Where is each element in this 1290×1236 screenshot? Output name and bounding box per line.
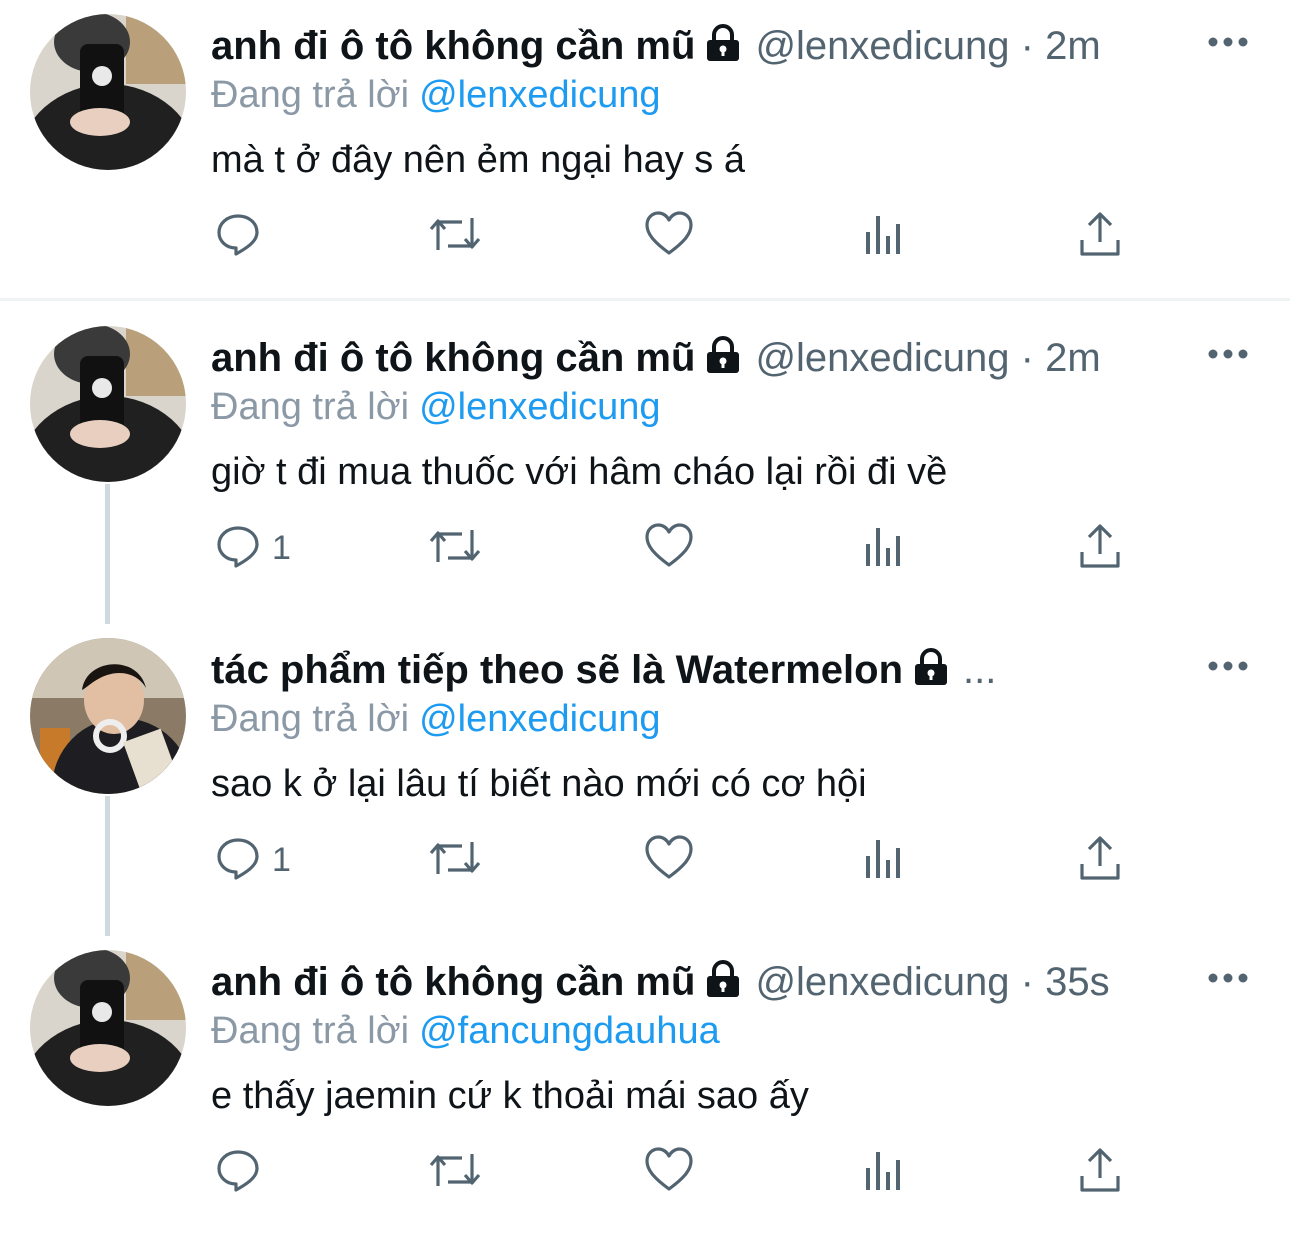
share-button[interactable] [1078,1142,1122,1202]
avatar[interactable] [30,14,186,170]
tweet[interactable]: tác phẩm tiếp theo sẽ là Watermelon... Đ… [0,624,1290,924]
tweet-actions: 1 [0,830,1290,890]
like-button[interactable] [644,830,694,890]
views-button[interactable] [864,830,906,890]
replying-label: Đang trả lời [211,74,410,116]
lock-icon [703,336,743,385]
more-icon[interactable] [1206,644,1250,688]
retweet-icon [428,834,482,887]
handle-timestamp[interactable]: @lenxedicung · 2m [755,24,1100,68]
like-button[interactable] [644,1142,694,1202]
share-button[interactable] [1078,518,1122,578]
reply-button[interactable]: 1 [214,518,291,578]
retweet-button[interactable] [428,1142,482,1202]
tweet-text: e thấy jaemin cứ k thoải mái sao ấy [211,1075,809,1117]
more-icon[interactable] [1206,956,1250,1000]
replying-to-handle[interactable]: @fancungdauhua [419,1010,720,1052]
retweet-button[interactable] [428,518,482,578]
avatar[interactable] [30,638,186,794]
replying-to-handle[interactable]: @lenxedicung [419,74,660,116]
share-icon [1078,1146,1122,1199]
reply-icon [214,210,262,263]
heart-icon [644,1146,694,1199]
tweet-text: sao k ở lại lâu tí biết nào mới có cơ hộ… [211,763,867,805]
display-name[interactable]: anh đi ô tô không cần mũ [211,24,695,68]
tweet-header: tác phẩm tiếp theo sẽ là Watermelon... [211,646,1270,694]
retweet-icon [428,1146,482,1199]
tweet[interactable]: anh đi ô tô không cần mũ @lenxedicung · 2… [0,312,1290,612]
tweet[interactable]: anh đi ô tô không cần mũ @lenxedicung · 2… [0,0,1290,301]
reply-icon [214,1146,262,1199]
display-name[interactable]: anh đi ô tô không cần mũ [211,336,695,380]
reply-icon [214,834,262,887]
tweet-actions: 1 [0,518,1290,578]
more-icon[interactable] [1206,20,1250,64]
retweet-icon [428,210,482,263]
reply-count: 1 [272,528,291,567]
tweet-actions [0,206,1290,266]
tweet-text: giờ t đi mua thuốc với hâm cháo lại rồi … [211,451,948,493]
replying-label: Đang trả lời [211,1010,410,1052]
views-button[interactable] [864,518,906,578]
replying-to: Đang trả lời @fancungdauhua [211,1008,720,1054]
lock-icon [911,648,951,697]
share-button[interactable] [1078,206,1122,266]
share-icon [1078,834,1122,887]
reply-button[interactable]: 1 [214,830,291,890]
tweet-actions [0,1142,1290,1202]
heart-icon [644,522,694,575]
handle-timestamp[interactable]: @lenxedicung · 2m [755,336,1100,380]
tweet-text: mà t ở đây nên ẻm ngại hay s á [211,139,745,181]
tweet-header: anh đi ô tô không cần mũ @lenxedicung · 2… [211,22,1270,70]
share-icon [1078,522,1122,575]
views-icon [864,1146,906,1199]
replying-to-handle[interactable]: @lenxedicung [419,386,660,428]
share-icon [1078,210,1122,263]
views-icon [864,210,906,263]
tweet[interactable]: anh đi ô tô không cần mũ @lenxedicung · 3… [0,936,1290,1236]
replying-to: Đang trả lời @lenxedicung [211,696,661,742]
avatar[interactable] [30,950,186,1106]
avatar[interactable] [30,326,186,482]
retweet-icon [428,522,482,575]
reply-icon [214,522,262,575]
replying-to-handle[interactable]: @lenxedicung [419,698,660,740]
divider [0,298,1290,301]
reply-button[interactable] [214,206,272,266]
views-button[interactable] [864,1142,906,1202]
handle-timestamp[interactable]: ... [963,648,996,692]
handle-timestamp[interactable]: @lenxedicung · 35s [755,960,1109,1004]
reply-count: 1 [272,840,291,879]
tweet-header: anh đi ô tô không cần mũ @lenxedicung · 3… [211,958,1270,1006]
replying-label: Đang trả lời [211,386,410,428]
views-icon [864,522,906,575]
display-name[interactable]: anh đi ô tô không cần mũ [211,960,695,1004]
heart-icon [644,834,694,887]
views-icon [864,834,906,887]
display-name[interactable]: tác phẩm tiếp theo sẽ là Watermelon [211,648,903,692]
like-button[interactable] [644,518,694,578]
heart-icon [644,210,694,263]
more-icon[interactable] [1206,332,1250,376]
share-button[interactable] [1078,830,1122,890]
retweet-button[interactable] [428,206,482,266]
replying-to: Đang trả lời @lenxedicung [211,72,661,118]
lock-icon [703,24,743,73]
like-button[interactable] [644,206,694,266]
lock-icon [703,960,743,1009]
reply-button[interactable] [214,1142,272,1202]
replying-label: Đang trả lời [211,698,410,740]
views-button[interactable] [864,206,906,266]
replying-to: Đang trả lời @lenxedicung [211,384,661,430]
tweet-header: anh đi ô tô không cần mũ @lenxedicung · 2… [211,334,1270,382]
retweet-button[interactable] [428,830,482,890]
